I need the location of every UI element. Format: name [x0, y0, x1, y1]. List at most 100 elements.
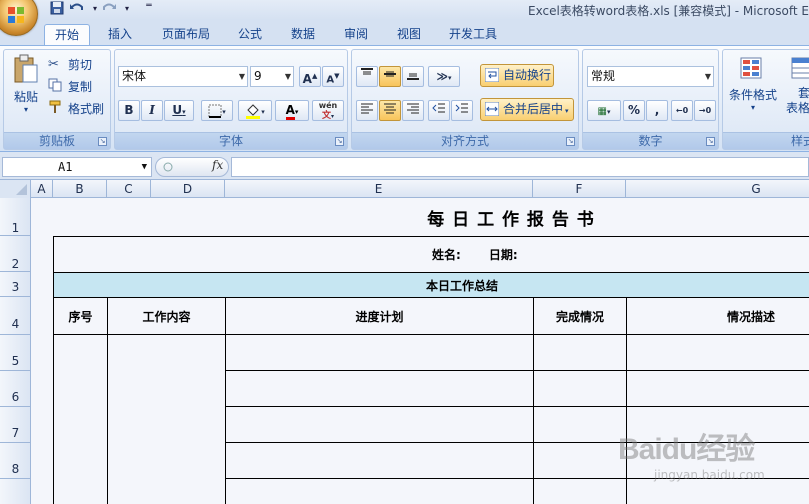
table-cell[interactable]	[626, 370, 809, 407]
font-name-value: 宋体	[122, 69, 147, 83]
formula-input[interactable]	[231, 157, 809, 177]
tab-formulas[interactable]: 公式	[228, 24, 272, 46]
align-center-button[interactable]	[379, 100, 401, 121]
table-cell[interactable]	[533, 370, 627, 407]
column-header-e[interactable]: E	[225, 180, 533, 198]
header-progress-plan[interactable]: 进度计划	[225, 297, 534, 335]
tab-review[interactable]: 审阅	[334, 24, 378, 46]
format-painter-button[interactable]: 格式刷	[48, 100, 104, 117]
tab-data[interactable]: 数据	[281, 24, 325, 46]
column-header-f[interactable]: F	[533, 180, 626, 198]
name-date-row[interactable]: 姓名: 日期:	[53, 236, 809, 273]
row-header-3[interactable]: 3	[0, 272, 31, 297]
row-header-5[interactable]: 5	[0, 335, 31, 371]
column-header-b[interactable]: B	[53, 180, 107, 198]
baidu-watermark: Baidu经验 jingyan.baidu.com	[610, 410, 809, 500]
clipboard-launcher-icon[interactable]: ↘	[98, 137, 107, 146]
paste-button[interactable]: 粘贴 ▾	[8, 54, 44, 114]
font-name-select[interactable]: 宋体 ▼	[118, 66, 248, 87]
customize-qat-icon[interactable]: ═	[140, 1, 158, 18]
align-bottom-button[interactable]	[402, 66, 424, 87]
cut-button[interactable]: ✂ 剪切	[48, 56, 92, 73]
font-color-button[interactable]: A▾	[275, 100, 309, 121]
shrink-font-button[interactable]: A▼	[322, 66, 344, 87]
insert-function-icon[interactable]: fx	[212, 158, 223, 172]
table-cell[interactable]	[626, 334, 809, 371]
tab-page-layout[interactable]: 页面布局	[153, 24, 219, 46]
tab-home[interactable]: 开始	[44, 24, 90, 46]
table-cell[interactable]	[225, 478, 534, 504]
bold-button[interactable]: B	[118, 100, 140, 121]
alignment-launcher-icon[interactable]: ↘	[566, 137, 575, 146]
phonetic-icon: wén	[318, 101, 338, 110]
column-header-c[interactable]: C	[107, 180, 151, 198]
row-header-1[interactable]: 1	[0, 198, 31, 236]
currency-button[interactable]: ▦▾	[587, 100, 621, 121]
table-cell[interactable]	[225, 406, 534, 443]
borders-button[interactable]: ▾	[201, 100, 233, 121]
column-header-a[interactable]: A	[31, 180, 53, 198]
font-launcher-icon[interactable]: ↘	[335, 137, 344, 146]
table-cell[interactable]	[225, 370, 534, 407]
number-group: 常规 ▼ ▦▾ % , ←0 →0 数字 ↘	[582, 49, 719, 150]
wrap-text-button[interactable]: 自动换行	[480, 64, 554, 87]
header-index[interactable]: 序号	[53, 297, 108, 335]
redo-dropdown-icon[interactable]: ▾	[118, 4, 136, 21]
column-header-d[interactable]: D	[151, 180, 225, 198]
orientation-button[interactable]: ≫▾	[428, 66, 460, 87]
format-as-table-button[interactable]: 套 表格格	[781, 56, 809, 116]
decrease-indent-button[interactable]	[428, 100, 450, 121]
cut-label: 剪切	[68, 58, 93, 72]
column-header-g[interactable]: G	[626, 180, 809, 198]
name-box[interactable]: A1 ▼	[2, 157, 152, 177]
chevron-down-icon: ▼	[238, 72, 245, 81]
alignment-group: ≫▾ 自动换行 合并后居中 ▾ 对齐方式 ↘	[351, 49, 579, 150]
tab-view[interactable]: 视图	[387, 24, 431, 46]
row-header-4[interactable]: 4	[0, 297, 31, 335]
merge-center-button[interactable]: 合并后居中 ▾	[480, 98, 574, 121]
table-cell[interactable]	[225, 334, 534, 371]
decrease-indent-icon	[432, 103, 445, 113]
number-launcher-icon[interactable]: ↘	[706, 137, 715, 146]
select-all-corner[interactable]	[0, 180, 31, 198]
tab-insert[interactable]: 插入	[98, 24, 142, 46]
align-middle-button[interactable]	[379, 66, 401, 87]
phonetic-button[interactable]: wén 文▾	[312, 100, 344, 121]
comma-button[interactable]: ,	[646, 100, 668, 121]
row-header-7[interactable]: 7	[0, 407, 31, 443]
row-header-2[interactable]: 2	[0, 236, 31, 272]
header-work-content[interactable]: 工作内容	[107, 297, 226, 335]
table-cell[interactable]	[533, 334, 627, 371]
fill-color-button[interactable]: ▾	[238, 100, 272, 121]
save-icon[interactable]	[48, 1, 66, 18]
format-as-table-label2: 表格格	[785, 101, 809, 115]
decrease-decimal-button[interactable]: →0	[694, 100, 716, 121]
align-top-button[interactable]	[356, 66, 378, 87]
header-description[interactable]: 情况描述	[626, 297, 809, 335]
row-header-6[interactable]: 6	[0, 371, 31, 407]
increase-decimal-button[interactable]: ←0	[671, 100, 693, 121]
align-right-button[interactable]	[402, 100, 424, 121]
underline-button[interactable]: U▾	[164, 100, 194, 121]
table-cell[interactable]	[225, 442, 534, 479]
redo-icon[interactable]	[100, 1, 118, 18]
row-header-8[interactable]: 8	[0, 443, 31, 479]
percent-button[interactable]: %	[623, 100, 645, 121]
conditional-format-button[interactable]: 条件格式 ▾	[727, 56, 779, 112]
tab-developer[interactable]: 开发工具	[440, 24, 506, 46]
increase-indent-button[interactable]	[451, 100, 473, 121]
summary-row[interactable]: 本日工作总结	[53, 272, 809, 298]
font-size-select[interactable]: 9 ▼	[250, 66, 294, 87]
work-content-merged-cell[interactable]	[107, 334, 226, 504]
undo-icon[interactable]	[68, 1, 86, 18]
index-merged-cell[interactable]	[53, 334, 108, 504]
grow-font-icon: A	[302, 72, 312, 86]
grow-font-button[interactable]: A▲	[299, 66, 321, 87]
italic-button[interactable]: I	[141, 100, 163, 121]
scissors-icon: ✂	[48, 57, 59, 72]
copy-button[interactable]: 复制	[48, 78, 92, 95]
header-completion[interactable]: 完成情况	[533, 297, 627, 335]
align-middle-icon	[384, 71, 396, 77]
number-format-select[interactable]: 常规 ▼	[587, 66, 714, 87]
align-left-button[interactable]	[356, 100, 378, 121]
